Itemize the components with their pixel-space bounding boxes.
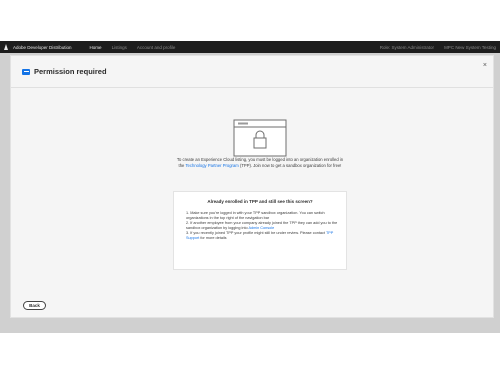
help-box-title: Already enrolled in TPP and still see th…: [207, 199, 313, 204]
browser-window-icon: [22, 68, 30, 75]
enrolled-help-box: Already enrolled in TPP and still see th…: [173, 191, 347, 270]
top-navigation-bar: Adobe Developer Distribution Home Listin…: [0, 41, 500, 53]
role-indicator[interactable]: Role: System Administrator: [380, 45, 434, 50]
locked-browser-icon: [233, 119, 287, 157]
main-nav: Home Listings Account and profile: [90, 45, 186, 50]
back-button[interactable]: Back: [23, 301, 46, 310]
nav-item-home[interactable]: Home: [90, 45, 102, 50]
intro-text: To create an Experience Cloud listing, y…: [176, 157, 344, 168]
help-step: 2. If another employee from your company…: [186, 221, 338, 230]
org-switcher[interactable]: MPC New System Testing: [444, 45, 496, 50]
nav-item-account[interactable]: Account and profile: [137, 45, 176, 50]
topbar-right: Role: System Administrator MPC New Syste…: [370, 45, 496, 50]
app-title[interactable]: Adobe Developer Distribution: [13, 45, 72, 50]
dialog-title: Permission required: [34, 67, 107, 76]
screen-top-margin: [0, 0, 500, 41]
help-step: 3. If you recently joined TPP your profi…: [186, 231, 334, 240]
close-icon[interactable]: ×: [483, 62, 487, 69]
admin-console-link[interactable]: Admin Console: [248, 226, 274, 230]
nav-item-listings[interactable]: Listings: [112, 45, 127, 50]
permission-dialog: Permission required × To create an Exper…: [10, 55, 494, 318]
help-step: 1. Make sure you're logged in with your …: [186, 211, 325, 220]
dialog-header: Permission required: [11, 56, 493, 88]
help-steps: 1. Make sure you're logged in with your …: [186, 211, 338, 241]
tpp-link[interactable]: Technology Partner Program: [185, 163, 238, 168]
adobe-logo-icon[interactable]: [4, 44, 9, 50]
